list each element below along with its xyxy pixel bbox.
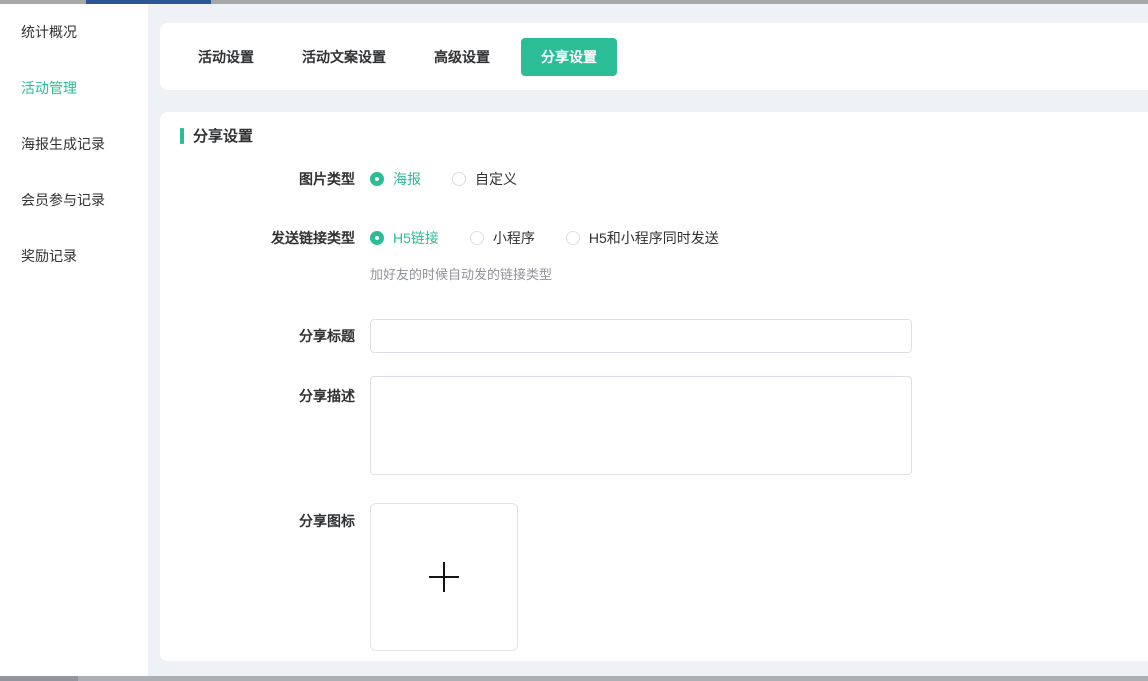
link-type-label: 发送链接类型 (160, 228, 355, 248)
radio-unselected-icon (566, 231, 580, 245)
section-header: 分享设置 (160, 112, 1148, 146)
share-description-textarea[interactable] (370, 376, 912, 475)
radio-option-label: 自定义 (475, 169, 517, 189)
share-title-row: 分享标题 (160, 319, 1148, 353)
radio-option-h5-link[interactable]: H5链接 (370, 228, 439, 248)
radio-option-h5-and-mini-program[interactable]: H5和小程序同时发送 (566, 228, 719, 248)
radio-option-poster[interactable]: 海报 (370, 169, 421, 189)
radio-option-custom[interactable]: 自定义 (452, 169, 517, 189)
sidebar-item-label: 会员参与记录 (21, 190, 105, 210)
sidebar-item-poster-records[interactable]: 海报生成记录 (0, 116, 148, 172)
sidebar: 统计概况 活动管理 海报生成记录 会员参与记录 奖励记录 (0, 4, 148, 676)
sidebar-item-activity-management[interactable]: 活动管理 (0, 60, 148, 116)
radio-option-label: H5和小程序同时发送 (589, 228, 719, 248)
radio-option-mini-program[interactable]: 小程序 (470, 228, 535, 248)
image-type-label: 图片类型 (160, 169, 355, 189)
share-title-input[interactable] (370, 319, 912, 353)
sidebar-item-stats-overview[interactable]: 统计概况 (0, 4, 148, 60)
radio-option-label: H5链接 (393, 228, 439, 248)
radio-option-label: 海报 (393, 169, 421, 189)
bottom-scrollbar-track (0, 676, 1148, 681)
share-title-label: 分享标题 (160, 326, 355, 346)
settings-tabbar: 活动设置 活动文案设置 高级设置 分享设置 (160, 23, 1148, 90)
radio-unselected-icon (470, 231, 484, 245)
sidebar-item-member-records[interactable]: 会员参与记录 (0, 172, 148, 228)
section-title: 分享设置 (193, 125, 253, 146)
plus-icon (429, 562, 459, 592)
share-icon-upload-button[interactable] (370, 503, 518, 651)
tab-advanced-settings[interactable]: 高级设置 (434, 47, 490, 67)
link-type-radio-group: H5链接 小程序 H5和小程序同时发送 (370, 228, 750, 248)
sidebar-item-label: 统计概况 (21, 22, 77, 42)
share-settings-panel: 分享设置 图片类型 海报 自定义 发送链接类型 H5链接 小程序 (160, 112, 1148, 661)
top-scrollbar-track (0, 0, 1148, 4)
image-type-row: 图片类型 海报 自定义 (160, 169, 1148, 189)
image-type-radio-group: 海报 自定义 (370, 169, 548, 189)
bottom-scrollbar-thumb[interactable] (0, 676, 78, 681)
tab-activity-copy-settings[interactable]: 活动文案设置 (302, 47, 386, 67)
radio-selected-icon (370, 231, 384, 245)
section-accent-bar (180, 128, 184, 144)
radio-selected-icon (370, 172, 384, 186)
link-type-row: 发送链接类型 H5链接 小程序 H5和小程序同时发送 (160, 228, 1148, 248)
tab-activity-settings[interactable]: 活动设置 (198, 47, 254, 67)
sidebar-item-label: 活动管理 (21, 78, 77, 98)
link-type-help-text: 加好友的时候自动发的链接类型 (370, 264, 1148, 283)
sidebar-item-label: 奖励记录 (21, 246, 77, 266)
share-description-label: 分享描述 (160, 376, 355, 406)
radio-unselected-icon (452, 172, 466, 186)
radio-option-label: 小程序 (493, 228, 535, 248)
share-description-row: 分享描述 (160, 376, 1148, 480)
sidebar-item-label: 海报生成记录 (21, 134, 105, 154)
share-icon-row: 分享图标 (160, 503, 1148, 651)
sidebar-item-reward-records[interactable]: 奖励记录 (0, 228, 148, 284)
top-scrollbar-thumb[interactable] (86, 0, 211, 4)
share-icon-label: 分享图标 (160, 503, 355, 531)
tab-share-settings[interactable]: 分享设置 (521, 38, 617, 76)
